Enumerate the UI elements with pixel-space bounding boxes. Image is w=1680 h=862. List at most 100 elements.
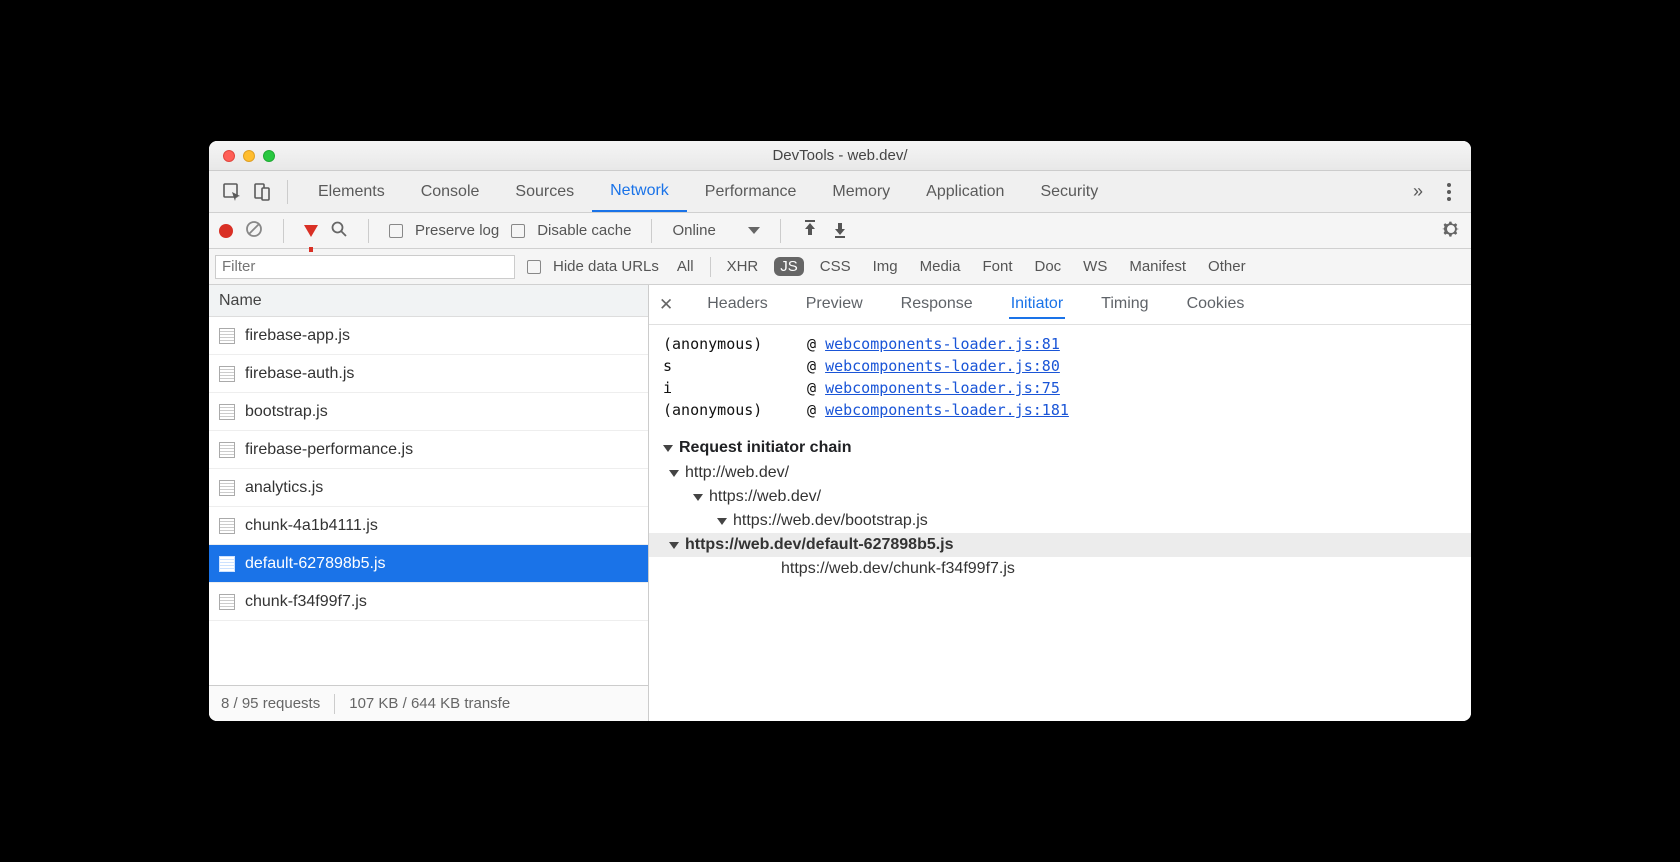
search-icon[interactable] — [330, 220, 348, 242]
tab-network[interactable]: Network — [592, 171, 687, 212]
disable-cache-checkbox[interactable] — [511, 224, 525, 238]
chain-url: https://web.dev/chunk-f34f99f7.js — [781, 560, 1015, 578]
device-mode-icon[interactable] — [249, 179, 275, 205]
request-row[interactable]: chunk-f34f99f7.js — [209, 583, 648, 621]
callstack-fn: (anonymous) — [663, 401, 793, 419]
callstack-row: (anonymous)@ webcomponents-loader.js:181 — [663, 399, 1457, 421]
filter-type-other[interactable]: Other — [1202, 257, 1252, 276]
clear-icon[interactable] — [245, 220, 263, 242]
filter-type-js[interactable]: JS — [774, 257, 804, 276]
source-link[interactable]: webcomponents-loader.js:81 — [825, 335, 1060, 353]
request-name: firebase-auth.js — [245, 365, 354, 383]
filter-bar: Hide data URLs All XHR JS CSS Img Media Font Do… — [209, 249, 1471, 285]
detail-tab-response[interactable]: Response — [899, 291, 975, 319]
detail-tab-preview[interactable]: Preview — [804, 291, 865, 319]
source-link[interactable]: webcomponents-loader.js:75 — [825, 379, 1060, 397]
titlebar: DevTools - web.dev/ — [209, 141, 1471, 171]
expand-icon — [717, 518, 727, 525]
hide-data-urls-checkbox[interactable] — [527, 260, 541, 274]
file-icon — [219, 556, 235, 572]
file-icon — [219, 518, 235, 534]
upload-har-icon[interactable] — [801, 220, 819, 242]
minimize-window-icon[interactable] — [243, 150, 255, 162]
initiator-chain-header[interactable]: Request initiator chain — [663, 439, 1457, 457]
source-link[interactable]: webcomponents-loader.js:181 — [825, 401, 1069, 419]
detail-tab-initiator[interactable]: Initiator — [1009, 291, 1065, 319]
chain-url: http://web.dev/ — [685, 464, 789, 482]
filter-icon[interactable] — [304, 225, 318, 237]
tab-memory[interactable]: Memory — [814, 171, 908, 212]
tab-elements[interactable]: Elements — [300, 171, 403, 212]
hide-data-urls-label: Hide data URLs — [553, 258, 659, 275]
request-row[interactable]: firebase-performance.js — [209, 431, 648, 469]
transfer-size: 107 KB / 644 KB transfe — [349, 695, 510, 712]
preserve-log-checkbox[interactable] — [389, 224, 403, 238]
request-list-pane: Name firebase-app.js firebase-auth.js boot… — [209, 285, 649, 721]
filter-input[interactable] — [215, 255, 515, 279]
tab-performance[interactable]: Performance — [687, 171, 815, 212]
settings-icon[interactable] — [1441, 219, 1461, 243]
chain-row[interactable]: https://web.dev/bootstrap.js — [663, 509, 1457, 533]
tab-sources[interactable]: Sources — [497, 171, 592, 212]
name-column-header[interactable]: Name — [209, 285, 648, 317]
detail-tab-timing[interactable]: Timing — [1099, 291, 1150, 319]
close-detail-icon[interactable]: ✕ — [659, 295, 677, 315]
request-row[interactable]: firebase-auth.js — [209, 355, 648, 393]
filter-type-css[interactable]: CSS — [814, 257, 857, 276]
request-name: chunk-4a1b4111.js — [245, 517, 378, 535]
chain-row[interactable]: https://web.dev/ — [663, 485, 1457, 509]
tab-application[interactable]: Application — [908, 171, 1022, 212]
request-row[interactable]: bootstrap.js — [209, 393, 648, 431]
detail-tab-cookies[interactable]: Cookies — [1185, 291, 1247, 319]
filter-type-media[interactable]: Media — [914, 257, 967, 276]
zoom-window-icon[interactable] — [263, 150, 275, 162]
close-window-icon[interactable] — [223, 150, 235, 162]
filter-type-doc[interactable]: Doc — [1028, 257, 1067, 276]
callstack-row: s @ webcomponents-loader.js:80 — [663, 355, 1457, 377]
chain-url: https://web.dev/ — [709, 488, 821, 506]
request-row[interactable]: chunk-4a1b4111.js — [209, 507, 648, 545]
request-row[interactable]: analytics.js — [209, 469, 648, 507]
tab-security[interactable]: Security — [1022, 171, 1116, 212]
detail-tab-headers[interactable]: Headers — [705, 291, 769, 319]
file-icon — [219, 442, 235, 458]
kebab-menu-icon[interactable] — [1437, 183, 1461, 201]
request-row[interactable]: firebase-app.js — [209, 317, 648, 355]
chevron-down-icon — [748, 227, 760, 234]
expand-icon — [669, 470, 679, 477]
throttle-select[interactable]: Online — [672, 222, 759, 239]
chain-row[interactable]: https://web.dev/default-627898b5.js — [649, 533, 1471, 557]
filter-type-xhr[interactable]: XHR — [721, 257, 765, 276]
filter-type-manifest[interactable]: Manifest — [1123, 257, 1192, 276]
filter-type-img[interactable]: Img — [867, 257, 904, 276]
request-name: firebase-performance.js — [245, 441, 413, 459]
file-icon — [219, 404, 235, 420]
filter-type-ws[interactable]: WS — [1077, 257, 1113, 276]
chain-row[interactable]: https://web.dev/chunk-f34f99f7.js — [663, 557, 1457, 581]
file-icon — [219, 366, 235, 382]
request-count: 8 / 95 requests — [221, 695, 320, 712]
detail-tabs: ✕ Headers Preview Response Initiator Timing C… — [649, 285, 1471, 325]
request-name: chunk-f34f99f7.js — [245, 593, 367, 611]
download-har-icon[interactable] — [831, 220, 849, 242]
callstack-fn: s — [663, 357, 793, 375]
file-icon — [219, 594, 235, 610]
filter-type-font[interactable]: Font — [976, 257, 1018, 276]
request-row[interactable]: default-627898b5.js — [209, 545, 648, 583]
expand-icon — [669, 542, 679, 549]
collapse-icon — [663, 445, 673, 452]
tab-console[interactable]: Console — [403, 171, 498, 212]
chain-row[interactable]: http://web.dev/ — [663, 461, 1457, 485]
record-icon[interactable] — [219, 224, 233, 238]
network-toolbar: Preserve log Disable cache Online — [209, 213, 1471, 249]
expand-icon — [693, 494, 703, 501]
more-tabs-icon[interactable]: » — [1403, 181, 1433, 202]
file-icon — [219, 480, 235, 496]
callstack-src: @ webcomponents-loader.js:80 — [807, 357, 1060, 375]
devtools-window: DevTools - web.dev/ ElementsConsoleSourc… — [209, 141, 1471, 721]
source-link[interactable]: webcomponents-loader.js:80 — [825, 357, 1060, 375]
callstack-fn: (anonymous) — [663, 335, 793, 353]
panel-tabs: ElementsConsoleSourcesNetworkPerformance… — [209, 171, 1471, 213]
filter-type-all[interactable]: All — [671, 257, 700, 276]
select-element-icon[interactable] — [219, 179, 245, 205]
